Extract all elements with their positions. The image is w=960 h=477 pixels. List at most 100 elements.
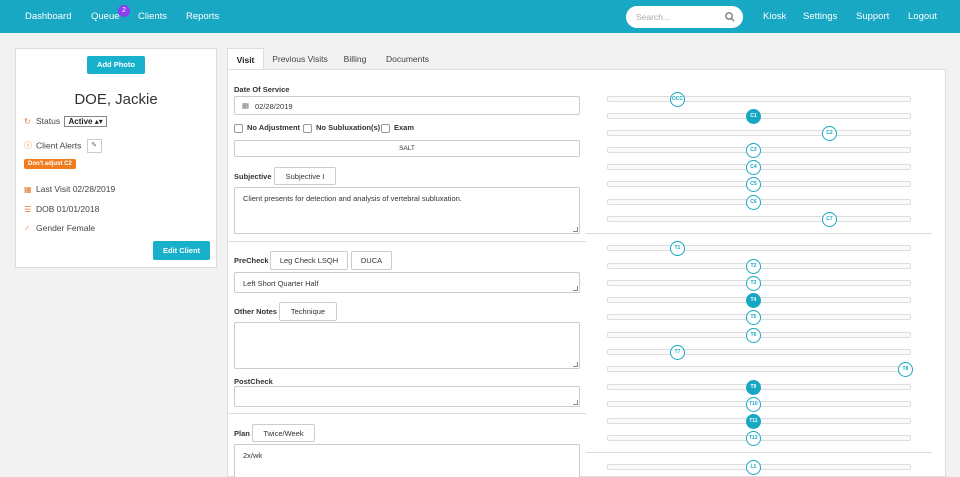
edit-alerts-icon[interactable]: ✎	[86, 139, 102, 153]
tab-visit[interactable]: Visit	[227, 48, 264, 70]
subjective-label: Subjective	[234, 172, 272, 181]
search-box[interactable]: Search...	[626, 6, 743, 28]
client-alerts-label: Client Alerts	[36, 140, 82, 151]
refresh-icon: ↻	[24, 117, 31, 126]
tab-previous-visits[interactable]: Previous Visits	[268, 48, 332, 70]
client-name: DOE, Jackie	[74, 91, 158, 108]
info-icon: ⓘ	[24, 141, 32, 151]
spine-section-divider	[586, 233, 932, 234]
subjective-text: Client presents for detection and analys…	[243, 194, 462, 203]
resize-handle[interactable]	[573, 227, 578, 232]
last-visit: Last Visit 02/28/2019	[36, 184, 116, 194]
vertebra-c4[interactable]: C4	[745, 160, 761, 175]
vertebra-t5[interactable]: T5	[745, 310, 761, 325]
client-alerts-row: ⓘ Client Alerts ✎	[24, 139, 102, 153]
vertebra-t10[interactable]: T10	[745, 397, 761, 412]
alert-badge: Don't adjust C2	[24, 159, 76, 169]
vertebra-t9[interactable]: T9	[745, 380, 761, 395]
date-of-service-field[interactable]: ▦ 02/28/2019	[234, 96, 580, 115]
vertebra-t3[interactable]: T3	[745, 276, 761, 291]
dob-row: ☰ DOB 01/01/2018	[24, 204, 99, 214]
client-card: Add Photo DOE, Jackie ↻ Status Active ▴▾ …	[15, 48, 217, 268]
exam-checkbox[interactable]: Exam	[381, 123, 414, 133]
precheck-label: PreCheck	[234, 256, 269, 265]
calendar-icon: ▦	[24, 185, 32, 194]
spine-track-t8[interactable]	[607, 366, 911, 372]
precheck-text: Left Short Quarter Half	[243, 279, 319, 288]
vertebra-t7[interactable]: T7	[669, 345, 685, 360]
leg-check-button[interactable]: Leg Check LSQH	[270, 251, 348, 270]
other-notes-label: Other Notes	[234, 307, 277, 316]
resize-handle[interactable]	[573, 362, 578, 367]
gender: Gender Female	[36, 223, 96, 233]
status-label: Status	[36, 116, 61, 126]
spine-track-t7[interactable]	[607, 349, 911, 355]
vertebra-t11[interactable]: T11	[745, 414, 761, 429]
nav-settings[interactable]: Settings	[803, 11, 837, 22]
postcheck-textarea[interactable]	[234, 386, 580, 407]
vertebra-occ[interactable]: OCC	[669, 92, 685, 107]
vertebra-t4[interactable]: T4	[745, 293, 761, 308]
duca-button[interactable]: DUCA	[351, 251, 392, 270]
date-of-service-value: 02/28/2019	[255, 102, 293, 111]
nav-logout[interactable]: Logout	[908, 11, 937, 22]
queue-count-badge: 2	[118, 5, 130, 17]
vertebra-t12[interactable]: T12	[745, 431, 761, 446]
divider	[228, 413, 586, 414]
person-icon: ♂	[24, 224, 30, 233]
vertebra-c3[interactable]: C3	[745, 143, 761, 158]
resize-handle[interactable]	[573, 400, 578, 405]
nav-kiosk[interactable]: Kiosk	[763, 11, 786, 22]
twice-week-button[interactable]: Twice/Week	[252, 424, 315, 442]
last-visit-row: ▦ Last Visit 02/28/2019	[24, 184, 115, 194]
spine-track-c2[interactable]	[607, 130, 911, 136]
nav-support[interactable]: Support	[856, 11, 889, 22]
status-row: ↻ Status Active ▴▾	[24, 116, 107, 127]
vertebra-c1[interactable]: C1	[745, 109, 761, 124]
divider	[228, 241, 586, 242]
plan-textarea[interactable]: 2x/wk	[234, 444, 580, 477]
vertebra-t1[interactable]: T1	[669, 241, 685, 256]
vertebra-c5[interactable]: C5	[745, 177, 761, 192]
plan-label: Plan	[234, 429, 250, 438]
salt-button[interactable]: SALT	[234, 140, 580, 157]
spine-track-t1[interactable]	[607, 245, 911, 251]
spine-track-c7[interactable]	[607, 216, 911, 222]
postcheck-label: PostCheck	[234, 377, 273, 386]
tab-documents[interactable]: Documents	[380, 48, 435, 70]
edit-client-button[interactable]: Edit Client	[153, 241, 210, 260]
vertebra-t2[interactable]: T2	[745, 259, 761, 274]
nav-reports[interactable]: Reports	[186, 11, 219, 22]
resize-handle[interactable]	[573, 286, 578, 291]
nav-dashboard[interactable]: Dashboard	[25, 11, 71, 22]
add-photo-button[interactable]: Add Photo	[87, 56, 145, 74]
status-select[interactable]: Active ▴▾	[64, 116, 107, 127]
vertebra-c2[interactable]: C2	[821, 126, 837, 141]
no-adjustment-checkbox[interactable]: No Adjustment	[234, 123, 300, 133]
status-value: Active	[68, 117, 93, 126]
vertebra-t6[interactable]: T6	[745, 328, 761, 343]
precheck-textarea[interactable]: Left Short Quarter Half	[234, 272, 580, 293]
no-subluxation-checkbox[interactable]: No Subluxation(s)	[303, 123, 380, 133]
calendar-icon: ▦	[242, 101, 250, 110]
vertebra-t8[interactable]: T8	[897, 362, 913, 377]
plan-text: 2x/wk	[243, 451, 263, 460]
dob: DOB 01/01/2018	[36, 204, 100, 214]
other-notes-textarea[interactable]	[234, 322, 580, 369]
spine-track-occ[interactable]	[607, 96, 911, 102]
search-input[interactable]: Search...	[636, 12, 670, 22]
subjective-button[interactable]: Subjective I	[274, 167, 336, 185]
nav-queue[interactable]: Queue	[91, 11, 120, 22]
search-icon[interactable]	[724, 11, 736, 23]
subjective-textarea[interactable]: Client presents for detection and analys…	[234, 187, 580, 234]
tab-billing[interactable]: Billing	[338, 48, 372, 70]
spine-section-divider	[586, 452, 932, 453]
vertebra-c7[interactable]: C7	[821, 212, 837, 227]
top-navbar: Dashboard Queue 2 Clients Reports Search…	[0, 0, 960, 33]
vertebra-l1[interactable]: L1	[745, 460, 761, 475]
technique-button[interactable]: Technique	[279, 302, 337, 321]
birthday-cake-icon: ☰	[24, 205, 32, 214]
gender-row: ♂ Gender Female	[24, 223, 95, 233]
vertebra-c6[interactable]: C6	[745, 195, 761, 210]
nav-clients[interactable]: Clients	[138, 11, 167, 22]
